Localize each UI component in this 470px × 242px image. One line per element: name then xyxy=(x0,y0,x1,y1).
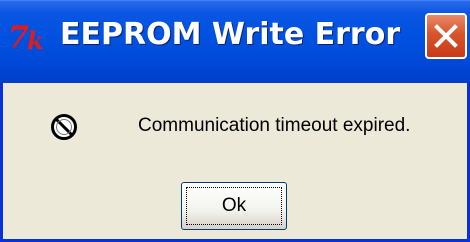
dialog-body: Communication timeout expired. Ok xyxy=(3,83,467,239)
error-message: Communication timeout expired. xyxy=(138,115,411,136)
window-title: EEPROM Write Error xyxy=(60,17,401,52)
ok-button-label: Ok xyxy=(186,187,282,225)
title-bar[interactable]: 7 k EEPROM Write Error xyxy=(0,0,470,83)
7k-logo-icon: 7 k xyxy=(8,20,44,55)
svg-text:7: 7 xyxy=(8,20,29,55)
close-button[interactable] xyxy=(425,13,467,59)
ok-button[interactable]: Ok xyxy=(181,182,287,230)
close-icon xyxy=(434,24,458,48)
error-dialog-window: 7 k EEPROM Write Error Communication tim… xyxy=(0,0,470,242)
stop-icon xyxy=(51,114,77,140)
svg-text:k: k xyxy=(27,26,44,55)
